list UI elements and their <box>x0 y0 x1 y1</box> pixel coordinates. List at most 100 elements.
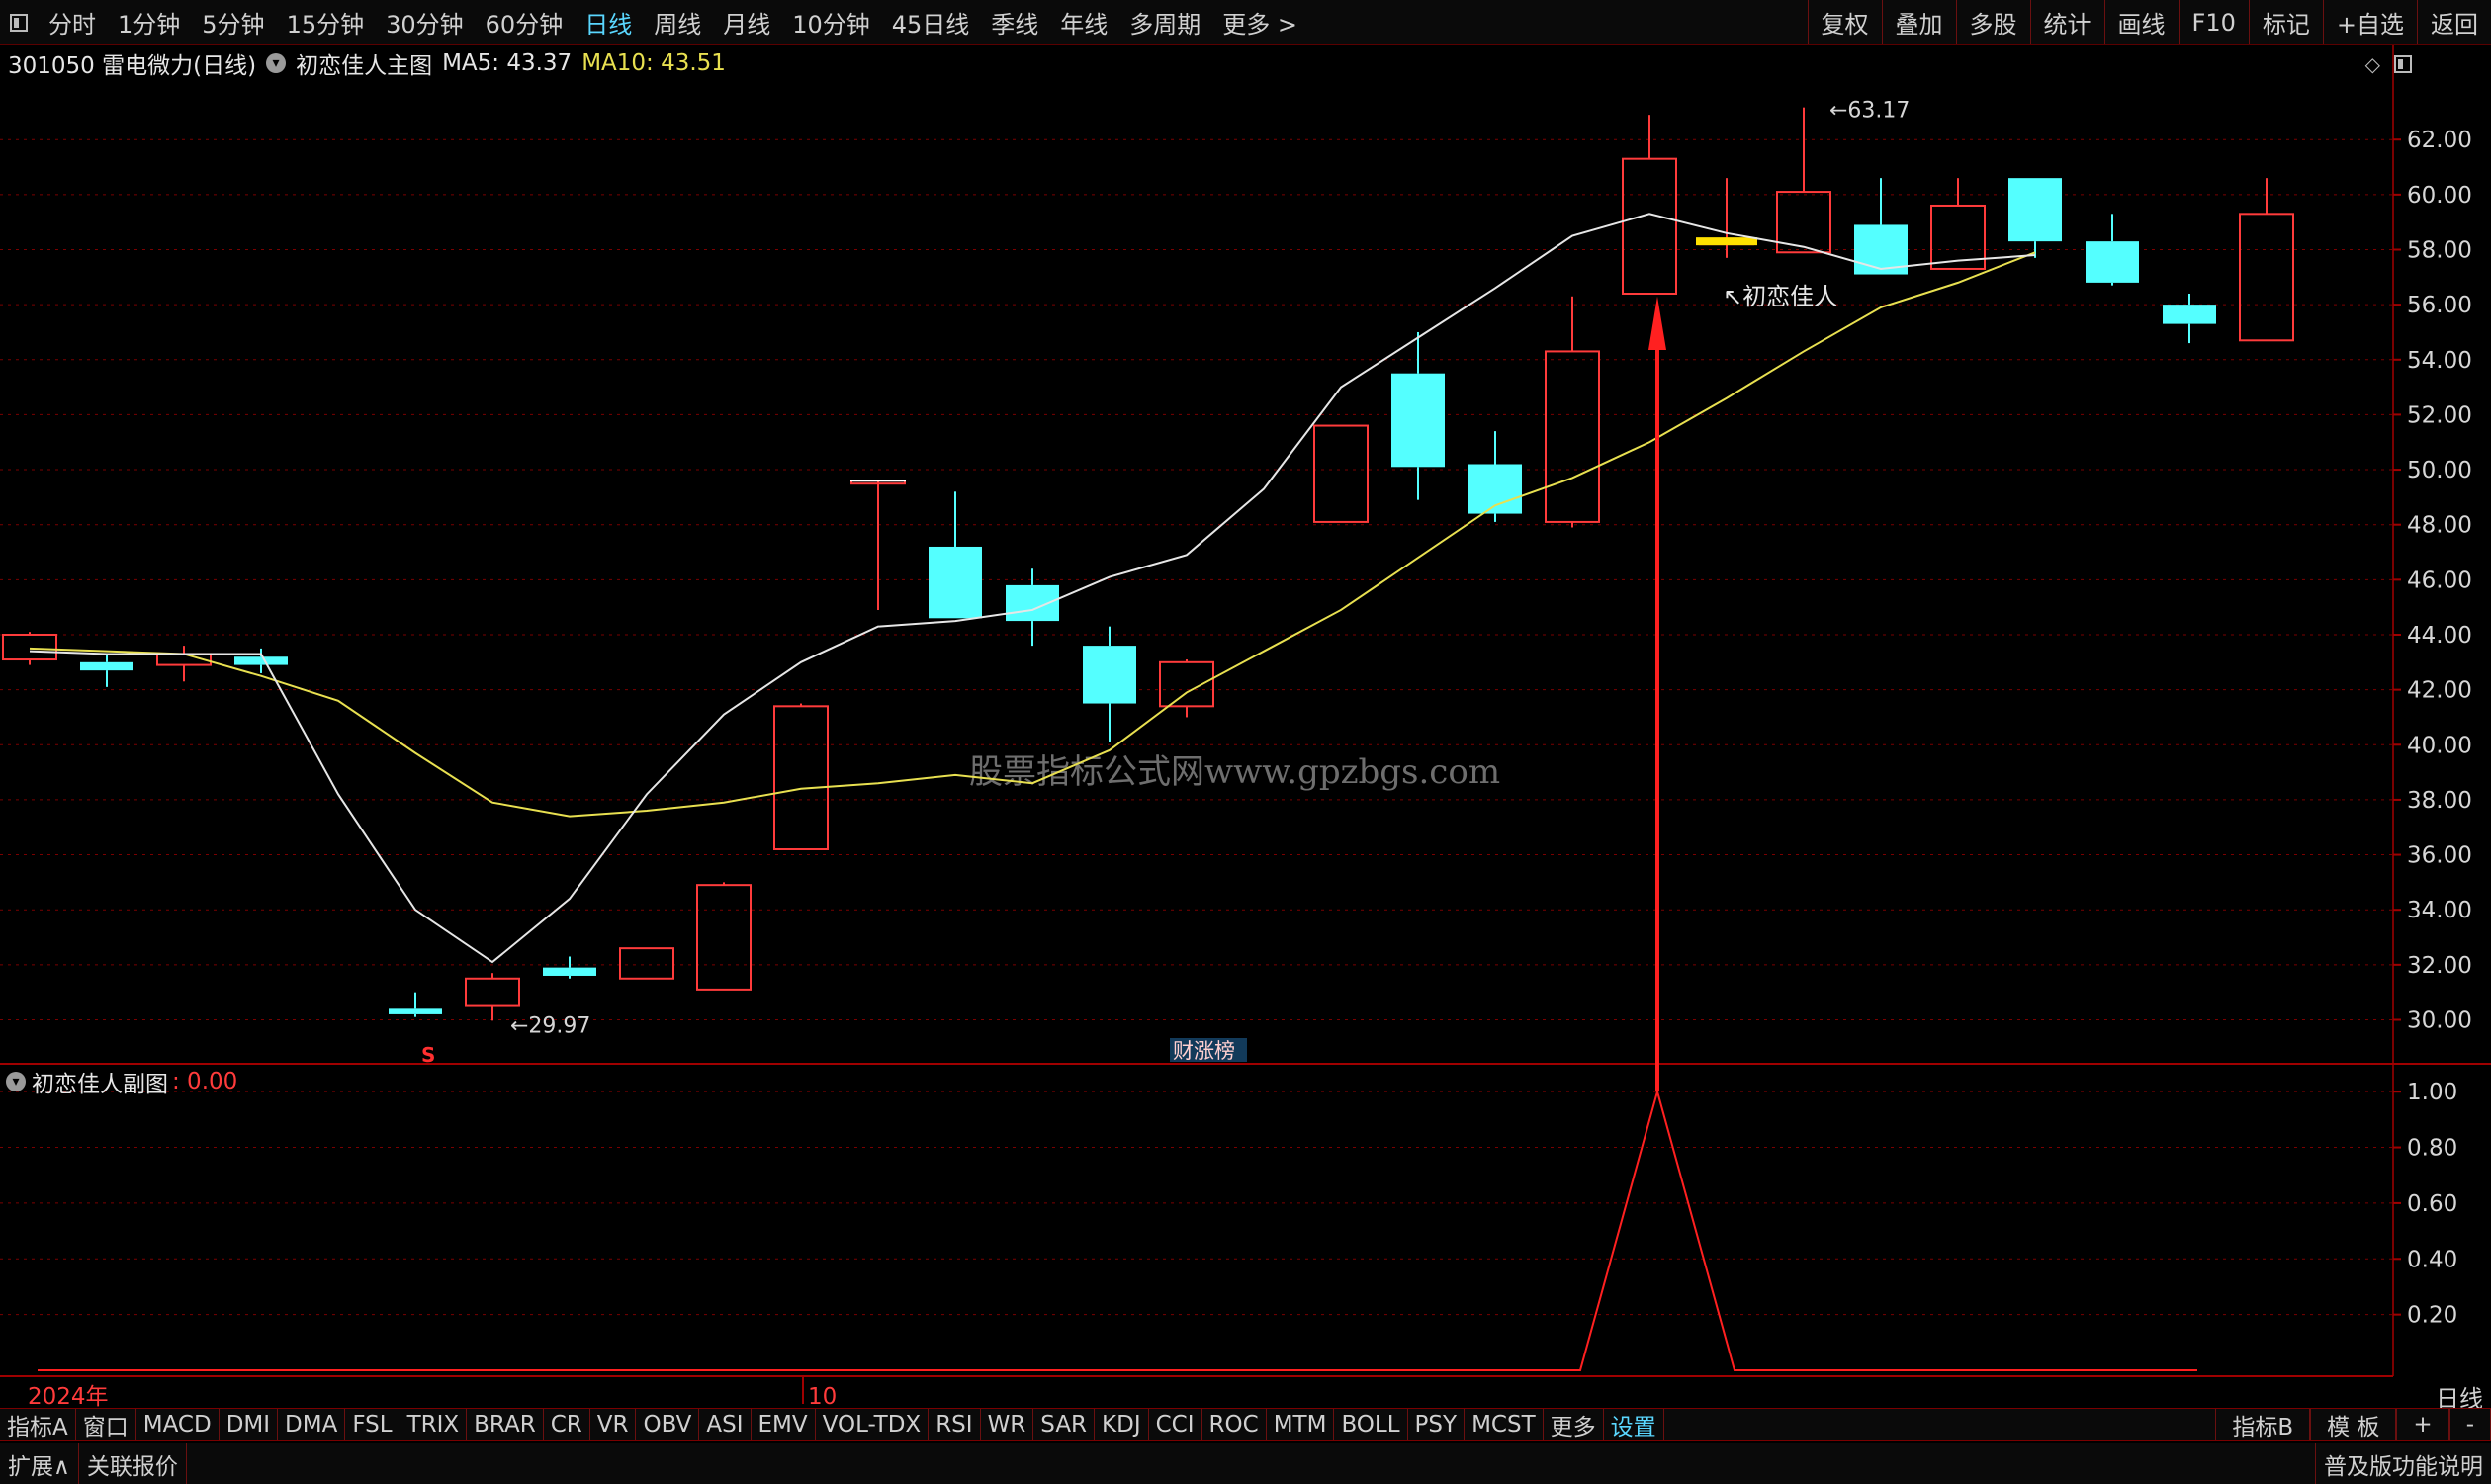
candle-body <box>929 546 982 619</box>
bottom-bar: 扩展∧ 关联报价 普及版功能说明 <box>0 1443 2491 1484</box>
sub-indicator-dropdown-icon[interactable]: ▾ <box>6 1072 26 1091</box>
price-tick-label: 60.00 <box>2407 183 2472 209</box>
indicator-tab[interactable]: MCST <box>1465 1409 1544 1440</box>
indicator-tab[interactable]: VR <box>590 1409 637 1440</box>
sub-tick-label: 0.80 <box>2407 1136 2457 1162</box>
sub-chart-info: ▾ 初恋佳人副图 : 0.00 <box>6 1065 237 1098</box>
indicator-tab[interactable]: SAR <box>1033 1409 1096 1440</box>
indicator-tabs: 指标A 窗口 MACD DMI DMA FSL TRIX BRAR CR VR OBV ASI EMV V… <box>0 1408 2491 1441</box>
candle-body <box>234 656 288 665</box>
indicator-tab[interactable]: MTM <box>1267 1409 1335 1440</box>
candle-body <box>2 633 57 661</box>
price-tick-label: 46.00 <box>2407 567 2472 593</box>
sub-tick-label: 0.60 <box>2407 1191 2457 1217</box>
sub-tick-label: 0.40 <box>2407 1247 2457 1272</box>
toolbar-button[interactable]: +自选 <box>2322 0 2417 44</box>
candle-body <box>1545 350 1600 523</box>
toolbar-button[interactable]: 统计 <box>2029 0 2104 44</box>
doji-marker <box>1696 237 1757 246</box>
candle-body <box>2008 178 2062 242</box>
indicator-tab[interactable]: VOL-TDX <box>816 1409 930 1440</box>
candle-body <box>1006 584 1059 622</box>
period-tab[interactable]: 45日线 <box>881 5 981 40</box>
toolbar-button[interactable]: 叠加 <box>1881 0 1956 44</box>
candle-body <box>2239 213 2294 342</box>
candle-body <box>619 947 674 980</box>
period-tab[interactable]: 分时 <box>38 5 107 40</box>
indicator-right-button[interactable]: 模 板 <box>2310 1409 2397 1440</box>
candle-body <box>465 977 520 1007</box>
toolbar-button[interactable]: 标记 <box>2248 0 2323 44</box>
indicator-tab[interactable]: CCI <box>1149 1409 1202 1440</box>
period-tab[interactable]: 多周期 <box>1118 5 1211 40</box>
indicator-tab[interactable]: FSL <box>345 1409 400 1440</box>
price-tick-label: 38.00 <box>2407 788 2472 814</box>
toolbar-button[interactable]: 画线 <box>2103 0 2179 44</box>
toolbar-button[interactable]: 复权 <box>1807 0 1882 44</box>
indicator-tab[interactable]: BOLL <box>1334 1409 1408 1440</box>
period-tab[interactable]: 年线 <box>1049 5 1118 40</box>
indicator-right-button[interactable]: - <box>2448 1409 2491 1440</box>
high-label: ←63.17 <box>1829 99 1910 124</box>
sub-indicator-value: : 0.00 <box>172 1069 238 1094</box>
period-tab[interactable]: 季线 <box>980 5 1049 40</box>
indicator-tab[interactable]: TRIX <box>400 1409 468 1440</box>
indicator-tab[interactable]: PSY <box>1408 1409 1466 1440</box>
price-tick-label: 32.00 <box>2407 953 2472 979</box>
indicator-tab[interactable]: 窗口 <box>76 1409 136 1440</box>
indicator-tab[interactable]: RSI <box>929 1409 981 1440</box>
indicator-tab[interactable]: 设置 <box>1604 1409 1664 1440</box>
indicator-tab[interactable]: BRAR <box>467 1409 544 1440</box>
signal-line <box>38 1088 2197 1371</box>
period-tab[interactable]: 10分钟 <box>781 5 881 40</box>
help-link[interactable]: 普及版功能说明 <box>2315 1443 2491 1484</box>
indicator-tab[interactable]: CR <box>544 1409 590 1440</box>
kline-chart[interactable]: 62.00 60.00 58.00 56.00 54.00 52.00 50.00 48.00… <box>0 45 2491 1408</box>
price-tick-label: 62.00 <box>2407 128 2472 153</box>
toolbar-button[interactable]: F10 <box>2178 0 2249 44</box>
signal-label: ↖初恋佳人 <box>1723 283 1837 310</box>
period-tab[interactable]: 更多 > <box>1211 5 1308 40</box>
indicator-right-button[interactable]: + <box>2396 1409 2449 1440</box>
bottom-button[interactable]: 关联报价 <box>79 1443 187 1484</box>
bottom-button[interactable]: 扩展∧ <box>0 1443 79 1484</box>
period-tab[interactable]: 5分钟 <box>191 5 275 40</box>
period-toolbar: 分时 1分钟 5分钟 15分钟 30分钟 60分钟 日线 周线 月线 10分钟 45日线 季线 年线 多周… <box>0 0 2491 45</box>
indicator-tab[interactable]: KDJ <box>1095 1409 1149 1440</box>
price-tick-label: 56.00 <box>2407 293 2472 318</box>
indicator-right-button[interactable]: 指标B <box>2215 1409 2311 1440</box>
price-tick-label: 30.00 <box>2407 1007 2472 1033</box>
toolbar-button[interactable]: 多股 <box>1955 0 2030 44</box>
price-tick-label: 42.00 <box>2407 678 2472 704</box>
candle-body <box>1313 424 1369 523</box>
period-tab[interactable]: 周线 <box>643 5 712 40</box>
year-label: 2024年 <box>28 1384 109 1408</box>
candle-body <box>2086 241 2139 283</box>
indicator-tab[interactable]: MACD <box>136 1409 220 1440</box>
watermark: 股票指标公式网www.gpzbgs.com <box>969 752 1500 792</box>
indicator-tab[interactable]: 指标A <box>0 1409 76 1440</box>
price-tick-label: 50.00 <box>2407 458 2472 483</box>
indicator-tab[interactable]: ASI <box>699 1409 752 1440</box>
price-tick-label: 54.00 <box>2407 348 2472 374</box>
period-tab[interactable]: 月线 <box>712 5 781 40</box>
period-tab[interactable]: 15分钟 <box>276 5 376 40</box>
indicator-tab[interactable]: DMA <box>278 1409 346 1440</box>
low-label: ←29.97 <box>510 1013 590 1038</box>
period-tab[interactable]: 1分钟 <box>107 5 191 40</box>
indicator-tab[interactable]: EMV <box>752 1409 816 1440</box>
s-marker: S <box>421 1043 435 1067</box>
layout-toggle-icon[interactable] <box>10 13 28 32</box>
indicator-tab[interactable]: 更多 <box>1544 1409 1604 1440</box>
sub-indicator-name[interactable]: 初恋佳人副图 <box>32 1065 168 1098</box>
price-tick-label: 52.00 <box>2407 402 2472 428</box>
sub-tick-label: 1.00 <box>2407 1080 2457 1105</box>
indicator-tab[interactable]: ROC <box>1202 1409 1267 1440</box>
period-tab[interactable]: 日线 <box>574 5 643 40</box>
indicator-tab[interactable]: OBV <box>636 1409 700 1440</box>
indicator-tab[interactable]: DMI <box>220 1409 279 1440</box>
toolbar-button[interactable]: 返回 <box>2417 0 2491 44</box>
indicator-tab[interactable]: WR <box>981 1409 1034 1440</box>
period-tab[interactable]: 30分钟 <box>375 5 475 40</box>
period-tab[interactable]: 60分钟 <box>475 5 575 40</box>
